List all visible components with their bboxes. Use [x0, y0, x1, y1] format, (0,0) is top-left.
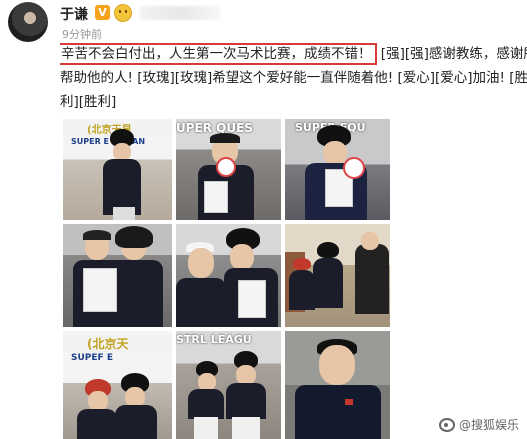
photo-7-banner: (北京天 — [63, 335, 172, 352]
emoji-badge-icon — [114, 4, 132, 22]
photo-2[interactable]: UPER QUES — [176, 119, 281, 220]
avatar[interactable] — [8, 2, 48, 42]
photo-8[interactable]: STRL LEAGU — [176, 331, 281, 439]
weibo-icon — [438, 417, 455, 432]
photo-1[interactable]: (北京天星 SUPER E STRIAN — [63, 119, 172, 220]
post-line-3: 利][胜利] — [60, 94, 117, 110]
photo-8-banner: STRL LEAGU — [176, 333, 252, 346]
post-line-2: 帮助他的人! [玫瑰][玫瑰]希望这个爱好能一直伴随着他! [爱心][爱心]加油… — [60, 70, 527, 86]
photo-5[interactable] — [176, 224, 281, 327]
post-line-1-rest: [强][强]感谢教练，感谢所有 — [380, 46, 527, 62]
post-body: 辛苦不会白付出，人生第一次马术比赛，成绩不错！ [强][强]感谢教练，感谢所有 … — [60, 42, 527, 114]
photo-9[interactable] — [285, 331, 390, 439]
photo-6[interactable] — [285, 224, 390, 327]
highlighted-text: 辛苦不会白付出，人生第一次马术比赛，成绩不错！ — [60, 43, 377, 65]
verified-badge-icon: V — [95, 5, 110, 20]
watermark-text: @搜狐娱乐 — [458, 418, 519, 432]
watermark: @搜狐娱乐 — [438, 416, 519, 433]
photo-3[interactable]: SUPER EQU — [285, 119, 390, 220]
photo-7-banner-2: SUPEF E — [71, 353, 113, 363]
photo-4[interactable] — [63, 224, 172, 327]
photo-7[interactable]: (北京天 SUPEF E — [63, 331, 172, 439]
blurred-region — [140, 6, 220, 20]
post-header: 于谦 V 9分钟前 — [0, 0, 527, 42]
author-name[interactable]: 于谦 — [60, 4, 88, 24]
post-timestamp[interactable]: 9分钟前 — [62, 26, 102, 42]
post-line-1: 辛苦不会白付出，人生第一次马术比赛，成绩不错！ [强][强]感谢教练，感谢所有 — [60, 42, 527, 66]
